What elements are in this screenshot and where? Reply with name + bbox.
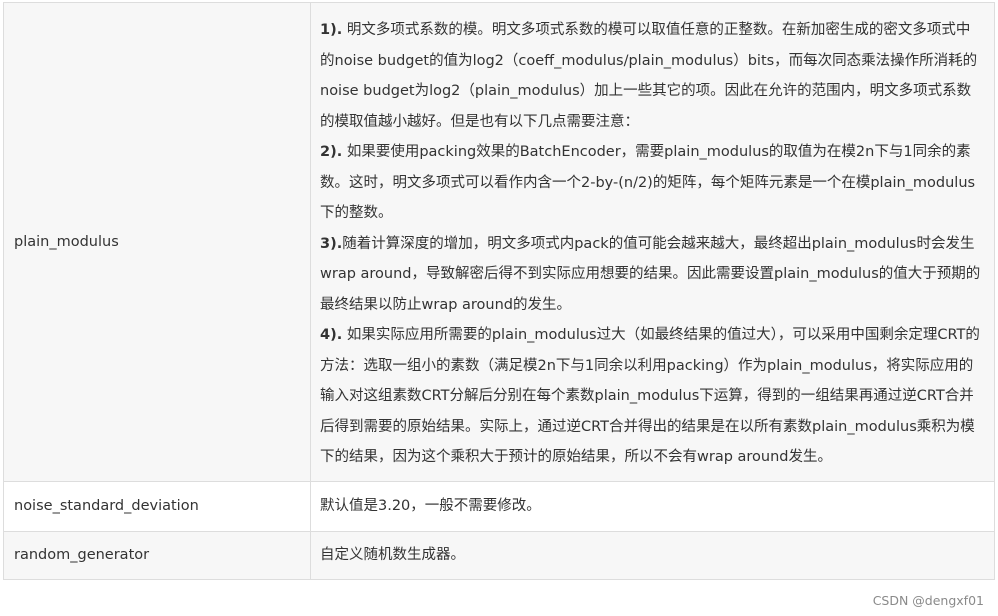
paragraph-text: 如果要使用packing效果的BatchEncoder，需要plain_modu… (320, 144, 976, 221)
description-paragraph: 4). 如果实际应用所需要的plain_modulus过大（如最终结果的值过大）… (320, 320, 984, 473)
csdn-watermark: CSDN @dengxf01 (872, 593, 984, 608)
paragraph-text: 明文多项式系数的模。明文多项式系数的模可以取值任意的正整数。在新加密生成的密文多… (320, 22, 978, 130)
param-name-cell: plain_modulus (3, 2, 311, 482)
paragraph-text: 如果实际应用所需要的plain_modulus过大（如最终结果的值过大），可以采… (320, 327, 980, 465)
paragraph-number: 2). (320, 144, 343, 160)
table-row: random_generator 自定义随机数生成器。 (3, 530, 995, 580)
description-block: 1). 明文多项式系数的模。明文多项式系数的模可以取值任意的正整数。在新加密生成… (320, 3, 984, 481)
table-row: noise_standard_deviation 默认值是3.20，一般不需要修… (3, 480, 995, 532)
param-description-cell: 自定义随机数生成器。 (310, 530, 995, 580)
paragraph-number: 4). (320, 327, 343, 343)
description-paragraph: 2). 如果要使用packing效果的BatchEncoder，需要plain_… (320, 137, 984, 229)
paragraph-number: 3). (320, 235, 343, 252)
paragraph-text: 随着计算深度的增加，明文多项式内pack的值可能会越来越大，最终超出plain_… (320, 235, 981, 313)
param-description-cell: 1). 明文多项式系数的模。明文多项式系数的模可以取值任意的正整数。在新加密生成… (310, 2, 995, 482)
param-description-cell: 默认值是3.20，一般不需要修改。 (310, 480, 995, 532)
description-paragraph: 3).随着计算深度的增加，明文多项式内pack的值可能会越来越大，最终超出pla… (320, 229, 984, 321)
paragraph-number: 1). (320, 22, 343, 38)
parameter-table: plain_modulus 1). 明文多项式系数的模。明文多项式系数的模可以取… (3, 2, 995, 580)
param-name-cell: noise_standard_deviation (3, 480, 311, 532)
table-row: plain_modulus 1). 明文多项式系数的模。明文多项式系数的模可以取… (3, 2, 995, 482)
param-name-cell: random_generator (3, 530, 311, 580)
description-paragraph: 1). 明文多项式系数的模。明文多项式系数的模可以取值任意的正整数。在新加密生成… (320, 15, 984, 137)
